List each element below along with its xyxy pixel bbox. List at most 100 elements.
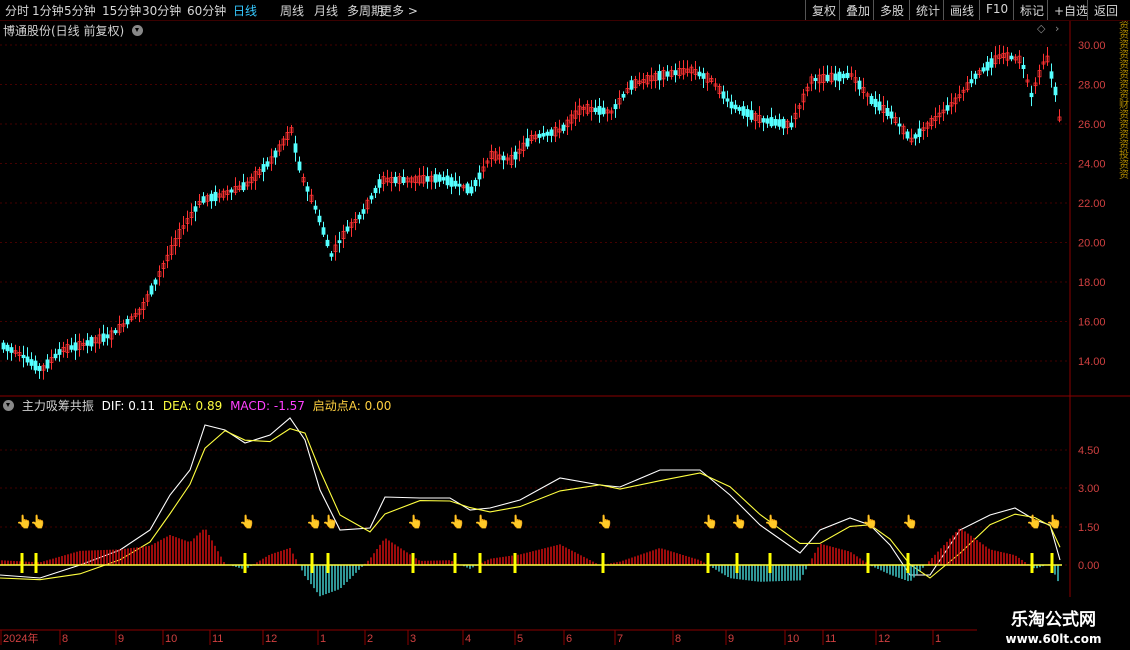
signal-bar	[768, 553, 772, 573]
candle-body	[85, 340, 90, 346]
hand-pointer-icon: 👆	[597, 514, 613, 530]
watermark: 乐淘公式网 www.60lt.com	[977, 597, 1130, 650]
indicator-y-tick: 0.00	[1078, 560, 1099, 572]
main-y-tick: 28.00	[1078, 80, 1106, 92]
main-y-tick: 24.00	[1078, 159, 1106, 171]
signal-bar	[866, 553, 870, 573]
candle-body	[261, 164, 266, 172]
candle-body	[149, 285, 154, 295]
candle-body	[241, 182, 246, 191]
hand-pointer-icon: 👆	[474, 514, 490, 530]
signal-bar	[20, 553, 24, 573]
candle-body	[897, 123, 902, 127]
watermark-title: 乐淘公式网	[1011, 610, 1096, 630]
hand-pointer-icon: 👆	[407, 514, 423, 530]
candle-body	[29, 359, 34, 366]
main-y-tick: 18.00	[1078, 277, 1106, 289]
candle-body	[537, 133, 542, 138]
candle-body	[989, 58, 994, 68]
hand-pointer-icon: 👆	[731, 514, 747, 530]
candle-body	[209, 193, 214, 202]
candle-body	[445, 175, 450, 186]
kline-chart[interactable]: 30.0028.0026.0024.0022.0020.0018.0016.00…	[0, 0, 1130, 650]
candle-body	[857, 80, 862, 90]
candle-body	[593, 107, 598, 113]
candle-body	[545, 131, 550, 136]
candle-body	[369, 195, 374, 200]
candle-body	[733, 104, 738, 110]
x-axis-label: 4	[465, 633, 471, 645]
candle-body	[845, 72, 850, 79]
candle-body	[749, 110, 754, 120]
hand-pointer-icon: 👆	[509, 514, 525, 530]
x-axis-label: 10	[787, 633, 799, 645]
signal-bar	[735, 553, 739, 573]
side-info-strip: 资资资资资资资资财资资资资投资资	[1119, 21, 1129, 181]
candle-body	[765, 118, 770, 124]
candle-body	[401, 177, 406, 183]
candle-body	[837, 71, 842, 82]
x-axis-label: 2	[367, 633, 373, 645]
candle-body	[213, 191, 218, 202]
candle-body	[513, 151, 518, 160]
candle-body	[433, 174, 438, 183]
x-axis-label: 12	[265, 633, 277, 645]
candle-body	[201, 196, 206, 203]
candle-body	[437, 174, 442, 182]
candle-body	[905, 131, 910, 139]
candle-body	[441, 177, 446, 181]
candle-body	[813, 78, 818, 81]
signal-bar	[706, 553, 710, 573]
candle-body	[465, 183, 470, 194]
candle-body	[701, 73, 706, 79]
candle-body	[57, 349, 62, 355]
candle-body	[673, 70, 678, 76]
main-y-tick: 14.00	[1078, 356, 1106, 368]
x-axis-label: 8	[675, 633, 681, 645]
main-y-tick: 30.00	[1078, 40, 1106, 52]
candle-body	[873, 98, 878, 108]
candle-body	[917, 128, 922, 138]
indicator-y-tick: 4.50	[1078, 445, 1099, 457]
x-axis-label: 9	[118, 633, 124, 645]
candle-body	[69, 345, 74, 350]
candle-body	[1049, 71, 1054, 79]
candle-body	[449, 177, 454, 187]
x-axis-label: 1	[935, 633, 941, 645]
x-axis-label: 9	[728, 633, 734, 645]
candle-body	[665, 71, 670, 77]
hand-pointer-icon: 👆	[1046, 514, 1062, 530]
signal-bar	[243, 553, 247, 573]
candle-body	[37, 365, 42, 372]
candle-body	[9, 347, 14, 353]
candle-body	[501, 155, 506, 161]
x-axis-label: 11	[212, 633, 223, 645]
candle-body	[337, 240, 342, 244]
x-axis-label: 3	[410, 633, 416, 645]
candle-body	[913, 134, 918, 139]
candle-body	[969, 79, 974, 84]
candle-body	[725, 98, 730, 102]
candle-body	[125, 319, 130, 325]
candle-body	[45, 359, 50, 369]
candle-body	[361, 209, 366, 214]
hand-pointer-icon: 👆	[322, 514, 338, 530]
candle-body	[21, 354, 26, 359]
candle-body	[1021, 64, 1026, 70]
candle-body	[561, 124, 566, 131]
x-axis-label: 12	[878, 633, 890, 645]
hand-pointer-icon: 👆	[1026, 514, 1042, 530]
candle-body	[885, 108, 890, 116]
candle-body	[833, 73, 838, 81]
candle-body	[729, 101, 734, 109]
candle-body	[1053, 86, 1058, 96]
candle-body	[721, 91, 726, 99]
candle-body	[113, 330, 118, 334]
hand-pointer-icon: 👆	[449, 514, 465, 530]
candle-body	[105, 334, 110, 339]
hand-pointer-icon: 👆	[902, 514, 918, 530]
hand-pointer-icon: 👆	[30, 514, 46, 530]
x-axis-label: 11	[825, 633, 836, 645]
signal-bar	[453, 553, 457, 573]
candle-body	[457, 183, 462, 187]
